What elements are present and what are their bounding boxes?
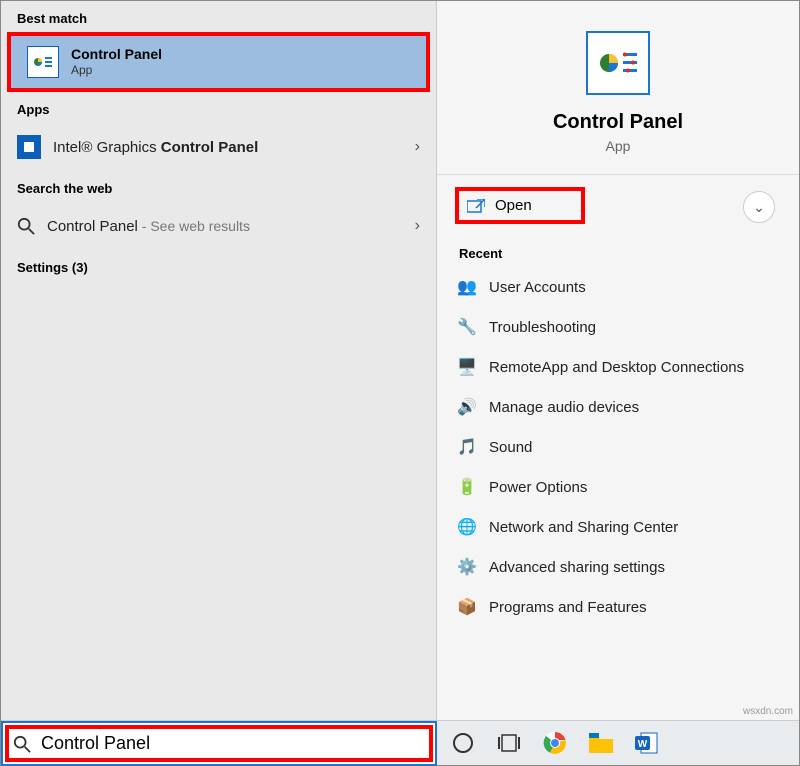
chrome-icon[interactable] [541,729,569,757]
chevron-right-icon[interactable]: › [415,138,420,156]
chevron-down-icon: ⌄ [753,199,765,216]
programs-icon: 📦 [457,597,477,617]
expand-button[interactable]: ⌄ [743,191,775,223]
sound-icon: 🎵 [457,437,477,457]
taskbar-search-box[interactable] [1,721,437,766]
recent-item-power[interactable]: 🔋Power Options [457,467,779,507]
recent-list: 👥User Accounts 🔧Troubleshooting 🖥️Remote… [437,267,799,627]
web-result[interactable]: Control Panel - See web results › [1,202,436,250]
recent-item-sharing[interactable]: ⚙️Advanced sharing settings [457,547,779,587]
cortana-icon[interactable] [449,729,477,757]
remoteapp-icon: 🖥️ [457,357,477,377]
recent-item-audio[interactable]: 🔊Manage audio devices [457,387,779,427]
open-label: Open [495,197,532,214]
open-icon [467,199,485,213]
watermark: wsxdn.com [743,706,793,717]
details-title: Control Panel [437,111,799,134]
network-icon: 🌐 [457,517,477,537]
app-result-intel-graphics[interactable]: Intel® Graphics Control Panel › [1,123,436,171]
svg-text:W: W [638,739,648,750]
recent-item-sound[interactable]: 🎵Sound [457,427,779,467]
task-view-icon[interactable] [495,729,523,757]
apps-header: Apps [1,92,436,123]
details-panel: Control Panel App Open ⌄ Recent 👥User Ac… [437,1,799,721]
settings-header[interactable]: Settings (3) [1,250,436,281]
recent-item-remoteapp[interactable]: 🖥️RemoteApp and Desktop Connections [457,347,779,387]
app-result-label: Intel® Graphics Control Panel [53,139,258,156]
recent-item-programs[interactable]: 📦Programs and Features [457,587,779,627]
recent-item-troubleshooting[interactable]: 🔧Troubleshooting [457,307,779,347]
best-match-result[interactable]: Control Panel App [7,32,430,92]
best-match-header: Best match [1,1,436,32]
power-icon: 🔋 [457,477,477,497]
audio-icon: 🔊 [457,397,477,417]
control-panel-icon [27,46,59,78]
troubleshooting-icon: 🔧 [457,317,477,337]
best-match-title: Control Panel [71,45,162,63]
details-subtitle: App [437,138,799,154]
file-explorer-icon[interactable] [587,729,615,757]
user-accounts-icon: 👥 [457,277,477,297]
taskbar: W [437,721,799,765]
search-icon [17,217,35,235]
word-icon[interactable]: W [633,729,661,757]
chevron-right-icon[interactable]: › [415,217,420,235]
intel-graphics-icon [17,135,41,159]
recent-item-network[interactable]: 🌐Network and Sharing Center [457,507,779,547]
best-match-subtitle: App [71,63,162,79]
web-result-label: Control Panel - See web results [47,218,250,235]
sharing-icon: ⚙️ [457,557,477,577]
search-results-panel: Best match Control Panel App Apps Intel®… [1,1,437,721]
search-web-header: Search the web [1,171,436,202]
open-action[interactable]: Open [455,187,585,224]
search-icon [13,735,31,753]
recent-item-user-accounts[interactable]: 👥User Accounts [457,267,779,307]
search-input[interactable] [41,733,425,754]
control-panel-large-icon [586,31,650,95]
recent-header: Recent [437,236,799,267]
